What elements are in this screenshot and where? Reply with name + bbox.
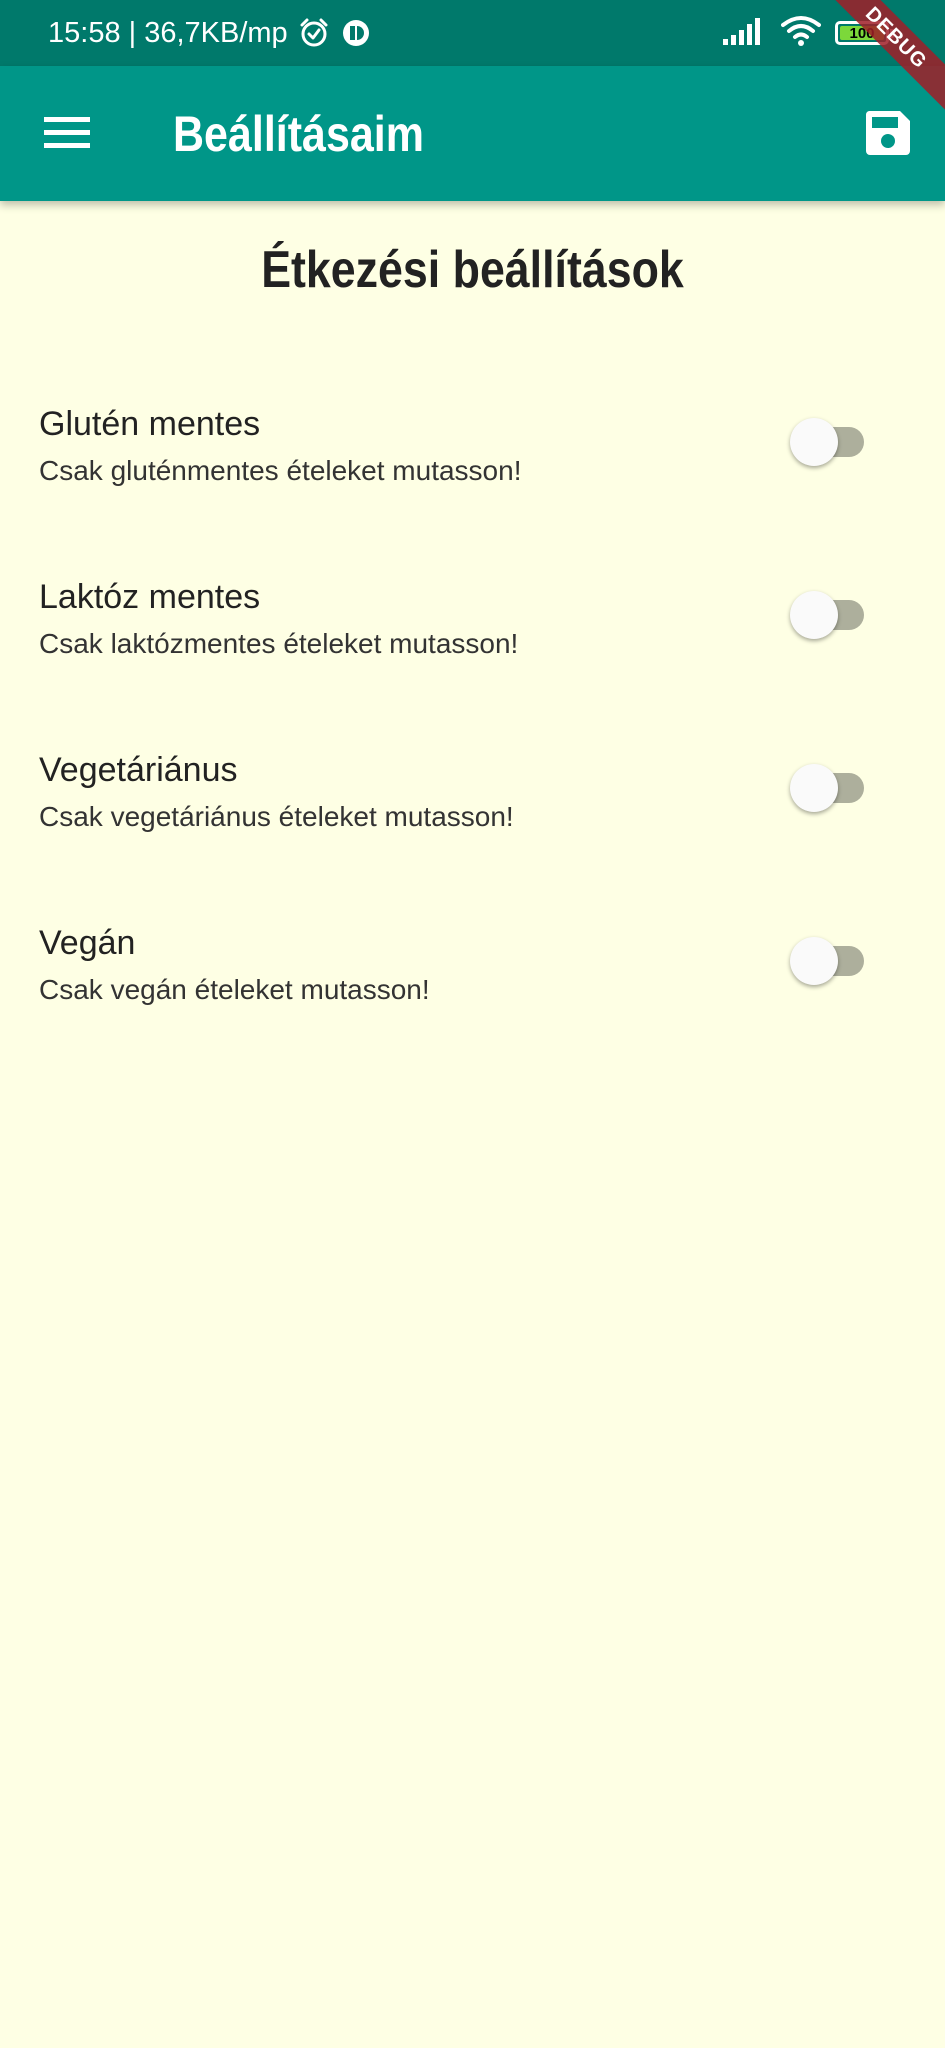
status-left: 15:58 | 36,7KB/mp: [48, 0, 372, 66]
section-title: Étkezési beállítások: [261, 241, 684, 299]
page-title: Beállításaim: [173, 105, 424, 162]
switch-thumb: [790, 418, 838, 466]
gluten-free-toggle[interactable]: [788, 411, 878, 471]
setting-subtitle: Csak laktózmentes ételeket mutasson!: [39, 628, 519, 659]
setting-vegan[interactable]: Vegán Csak vegán ételeket mutasson!: [0, 924, 945, 1064]
setting-title: Vegán: [39, 924, 136, 962]
vegetarian-toggle[interactable]: [788, 757, 878, 817]
switch-thumb: [790, 591, 838, 639]
vegan-toggle[interactable]: [788, 930, 878, 990]
save-disk-icon: [865, 110, 911, 161]
hamburger-menu-icon: [44, 115, 90, 154]
status-bar: 15:58 | 36,7KB/mp 100: [0, 0, 945, 66]
setting-title: Vegetáriánus: [39, 751, 238, 789]
switch-thumb: [790, 764, 838, 812]
save-button[interactable]: [853, 100, 923, 170]
switch-thumb: [790, 937, 838, 985]
setting-subtitle: Csak vegán ételeket mutasson!: [39, 974, 430, 1005]
menu-button[interactable]: [28, 101, 106, 167]
setting-gluten-free[interactable]: Glutén mentes Csak gluténmentes ételeket…: [0, 405, 945, 545]
app-bar: Beállításaim: [0, 66, 945, 201]
setting-vegetarian[interactable]: Vegetáriánus Csak vegetáriánus ételeket …: [0, 751, 945, 891]
signal-icon: [723, 17, 767, 50]
setting-subtitle: Csak vegetáriánus ételeket mutasson!: [39, 801, 514, 832]
setting-title: Glutén mentes: [39, 405, 261, 443]
status-time-network: 15:58 | 36,7KB/mp: [48, 16, 288, 49]
lactose-free-toggle[interactable]: [788, 584, 878, 644]
setting-subtitle: Csak gluténmentes ételeket mutasson!: [39, 455, 522, 486]
setting-lactose-free[interactable]: Laktóz mentes Csak laktózmentes ételeket…: [0, 578, 945, 718]
alarm-icon: [298, 17, 330, 49]
app-notification-icon: [340, 17, 372, 49]
wifi-icon: [781, 15, 821, 52]
setting-title: Laktóz mentes: [39, 578, 261, 616]
